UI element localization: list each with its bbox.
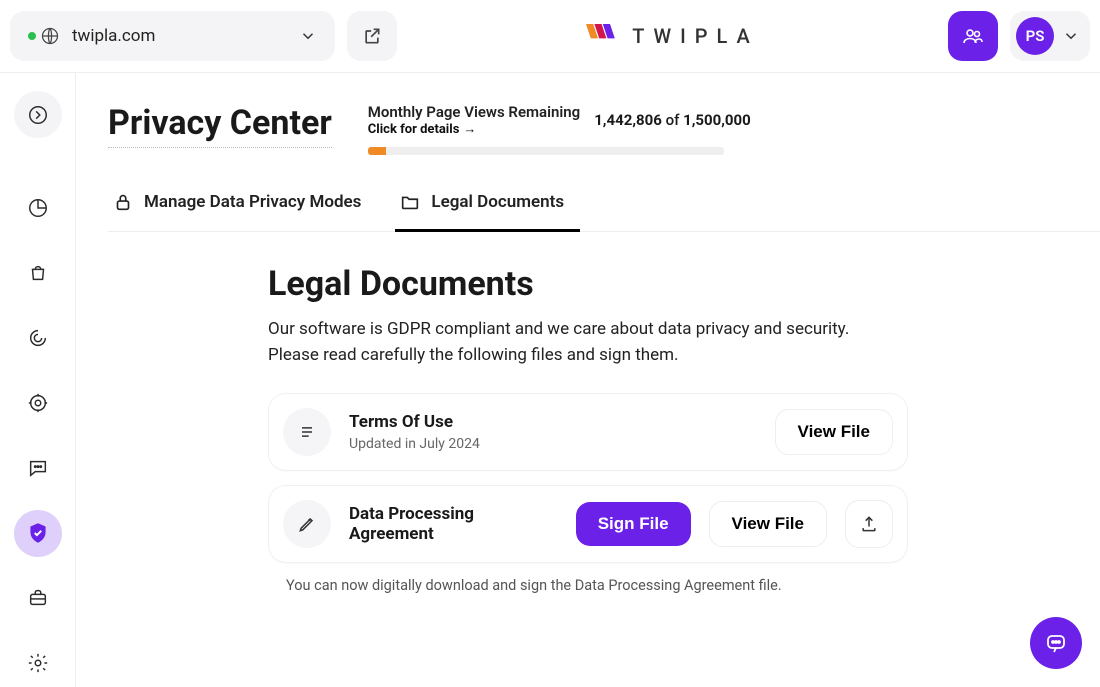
doc-card-dpa: Data Processing Agreement Sign File View… — [268, 485, 908, 563]
quota-panel: Monthly Page Views Remaining Click for d… — [368, 103, 751, 155]
doc-card-terms: Terms Of Use Updated in July 2024 View F… — [268, 393, 908, 471]
sidebar-item-behavior[interactable] — [14, 314, 62, 361]
team-button[interactable] — [948, 11, 998, 61]
document-icon — [283, 408, 331, 456]
chat-bubble-icon — [1044, 631, 1068, 655]
quota-separator: of — [666, 111, 680, 129]
quota-numbers: 1,442,806 of 1,500,000 — [594, 111, 751, 129]
external-link-icon — [362, 26, 382, 46]
doc-title: Terms Of Use — [349, 412, 757, 432]
pie-chart-icon — [27, 197, 49, 219]
main-content: Privacy Center Monthly Page Views Remain… — [76, 73, 1100, 687]
legal-footnote: You can now digitally download and sign … — [286, 577, 1008, 594]
sidebar-item-feedback[interactable] — [14, 444, 62, 491]
quota-progress-bar — [368, 147, 724, 155]
chat-fab[interactable] — [1030, 617, 1082, 669]
upload-icon — [859, 514, 879, 534]
sidebar-item-ecommerce[interactable] — [14, 249, 62, 296]
quota-details-link[interactable]: Click for details → — [368, 121, 580, 137]
active-site-indicator — [28, 26, 60, 46]
sign-file-button[interactable]: Sign File — [576, 502, 691, 546]
section-heading: Legal Documents — [268, 264, 1008, 304]
website-name: twipla.com — [72, 26, 287, 46]
sidebar-collapse-button[interactable] — [14, 91, 62, 138]
quota-total: 1,500,000 — [683, 111, 751, 129]
chevron-down-icon — [1062, 27, 1080, 45]
tab-legal-documents[interactable]: Legal Documents — [395, 183, 580, 232]
status-dot-icon — [28, 32, 36, 40]
avatar: PS — [1016, 17, 1054, 55]
tab-label: Manage Data Privacy Modes — [144, 192, 361, 212]
document-icon — [283, 500, 331, 548]
briefcase-icon — [27, 587, 49, 609]
website-selector[interactable]: twipla.com — [10, 11, 335, 61]
sidebar-item-modules[interactable] — [14, 575, 62, 622]
quota-label: Monthly Page Views Remaining — [368, 103, 580, 121]
view-file-button[interactable]: View File — [709, 501, 827, 547]
gear-icon — [27, 652, 49, 674]
bag-icon — [27, 262, 49, 284]
sidebar-item-privacy[interactable] — [14, 510, 62, 557]
sidebar-item-insights[interactable] — [14, 379, 62, 426]
doc-subtitle: Updated in July 2024 — [349, 436, 757, 452]
arrow-right-icon: → — [463, 121, 476, 137]
app-header: twipla.com TWIPLA PS — [0, 0, 1100, 73]
view-file-button[interactable]: View File — [775, 409, 893, 455]
shield-icon — [25, 520, 51, 546]
folder-icon — [399, 191, 421, 213]
text-lines-icon — [297, 422, 317, 442]
brand-text: TWIPLA — [632, 24, 759, 48]
open-external-button[interactable] — [347, 11, 397, 61]
sidebar — [0, 73, 76, 687]
brand-logo: TWIPLA — [409, 24, 936, 48]
logo-mark-icon — [586, 24, 622, 48]
activity-icon — [27, 327, 49, 349]
collapse-icon — [27, 104, 49, 126]
tab-label: Legal Documents — [431, 192, 564, 212]
users-icon — [961, 24, 985, 48]
target-icon — [27, 392, 49, 414]
globe-icon — [40, 26, 60, 46]
legal-documents-section: Legal Documents Our software is GDPR com… — [108, 232, 1008, 594]
sidebar-item-analytics[interactable] — [14, 184, 62, 231]
chevron-down-icon — [299, 27, 317, 45]
quota-used: 1,442,806 — [594, 111, 662, 129]
lock-icon — [112, 191, 134, 213]
quota-progress-fill — [368, 147, 386, 155]
quota-details-text: Click for details — [368, 122, 460, 137]
profile-menu[interactable]: PS — [1010, 11, 1090, 61]
pen-icon — [297, 514, 317, 534]
tab-bar: Manage Data Privacy Modes Legal Document… — [108, 183, 1100, 232]
section-description: Our software is GDPR compliant and we ca… — [268, 316, 868, 369]
doc-title: Data Processing Agreement — [349, 504, 558, 544]
upload-button[interactable] — [845, 500, 893, 548]
tab-manage-privacy-modes[interactable]: Manage Data Privacy Modes — [108, 183, 377, 232]
chat-icon — [27, 457, 49, 479]
page-title: Privacy Center — [108, 103, 332, 148]
sidebar-item-settings[interactable] — [14, 640, 62, 687]
